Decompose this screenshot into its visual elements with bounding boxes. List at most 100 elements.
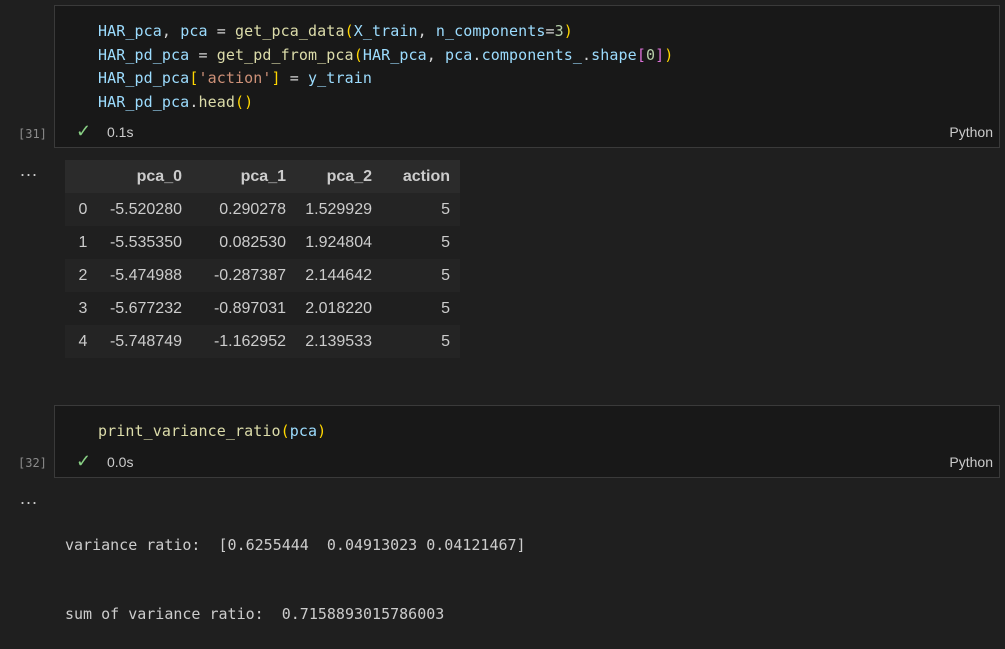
code-token: =	[280, 69, 309, 87]
cell-status-bar: ✓ 0.1s Python	[55, 119, 999, 147]
table-cell: 2.144642	[305, 266, 372, 284]
column-header: pca_1	[240, 167, 286, 185]
kernel-language[interactable]: Python	[949, 124, 993, 140]
cell-status-bar: ✓ 0.0s Python	[55, 449, 999, 477]
table-cell: 1.924804	[305, 233, 372, 251]
column-header: pca_2	[326, 167, 372, 185]
code-token: .	[582, 45, 592, 64]
code-token: X_train	[353, 22, 418, 40]
code-token: pca	[180, 22, 208, 40]
code-token: [	[636, 45, 646, 64]
code-token: shape	[591, 45, 637, 64]
execution-time: 0.0s	[107, 454, 134, 470]
code-token: ,	[417, 22, 436, 40]
code-line: HAR_pd_pca = get_pd_from_pca(HAR_pca, pc…	[98, 44, 673, 68]
code-token: pca	[289, 422, 318, 440]
check-icon: ✓	[76, 121, 92, 141]
code-cell-31[interactable]: HAR_pca, pca = get_pca_data(X_train, n_c…	[54, 5, 1000, 148]
table-cell: 2.139533	[305, 332, 372, 350]
check-icon: ✓	[76, 451, 92, 471]
code-token: get_pd_from_pca	[216, 45, 354, 64]
code-editor[interactable]: HAR_pca, pca = get_pca_data(X_train, n_c…	[98, 20, 673, 114]
code-token: (	[353, 45, 363, 64]
code-token: ,	[161, 22, 181, 40]
dataframe-table: pca_0 pca_1 pca_2 action 0 -5.520280 0.290…	[65, 160, 460, 358]
code-token: =	[207, 22, 235, 40]
table-cell: -5.535350	[109, 233, 182, 251]
table-cell: 2.018220	[305, 299, 372, 317]
table-cell: -0.287387	[213, 266, 286, 284]
code-token: 0	[645, 45, 656, 64]
row-index: 4	[78, 332, 88, 350]
table-cell: 5	[441, 200, 450, 218]
execution-count: [31]	[18, 127, 47, 141]
code-line: HAR_pd_pca.head()	[98, 91, 673, 115]
code-token: =	[189, 45, 217, 64]
table-header-row: pca_0 pca_1 pca_2 action	[65, 160, 460, 193]
output-line: variance ratio: [0.6255444 0.04913023 0.…	[65, 536, 526, 554]
code-token: ]	[271, 69, 281, 87]
code-token: (	[344, 22, 354, 40]
table-row: 2 -5.474988 -0.287387 2.144642 5	[65, 259, 460, 292]
table-cell: -0.897031	[213, 299, 286, 317]
stdout-output: variance ratio: [0.6255444 0.04913023 0.…	[65, 488, 526, 649]
code-token: (	[280, 422, 290, 440]
execution-count: [32]	[18, 456, 47, 470]
execution-time: 0.1s	[107, 124, 134, 140]
row-index: 3	[78, 299, 88, 317]
code-token: 'action'	[198, 69, 272, 87]
column-header: action	[402, 167, 450, 185]
table-cell: 0.082530	[219, 233, 286, 251]
row-index: 2	[78, 266, 88, 284]
table-cell: -5.748749	[109, 332, 182, 350]
table-row: 0 -5.520280 0.290278 1.529929 5	[65, 193, 460, 226]
table-cell: -1.162952	[213, 332, 286, 350]
code-token: )	[317, 422, 327, 440]
code-token: HAR_pca	[98, 22, 162, 40]
code-token: )	[664, 45, 674, 64]
code-line: HAR_pca, pca = get_pca_data(X_train, n_c…	[98, 20, 673, 44]
code-token: .	[472, 45, 482, 64]
code-token: components_	[481, 45, 583, 64]
code-token: HAR_pd_pca	[98, 45, 190, 64]
column-header: pca_0	[136, 167, 182, 185]
output-line: sum of variance ratio: 0.715889301578600…	[65, 605, 445, 623]
code-token: print_variance_ratio	[98, 422, 281, 440]
table-cell: 1.529929	[305, 200, 372, 218]
table-cell: 5	[441, 266, 450, 284]
table-row: 1 -5.535350 0.082530 1.924804 5	[65, 226, 460, 259]
code-token: ]	[655, 45, 665, 64]
table-row: 4 -5.748749 -1.162952 2.139533 5	[65, 325, 460, 358]
table-cell: 5	[441, 332, 450, 350]
table-cell: -5.677232	[109, 299, 182, 317]
row-index: 0	[78, 200, 88, 218]
code-token: ,	[426, 45, 446, 64]
code-line: print_variance_ratio(pca)	[98, 420, 326, 444]
code-token: )	[563, 22, 573, 40]
table-cell: 5	[441, 233, 450, 251]
table-row: 3 -5.677232 -0.897031 2.018220 5	[65, 292, 460, 325]
code-token: HAR_pd_pca	[98, 92, 190, 111]
code-token: 3	[554, 22, 564, 40]
table-cell: 0.290278	[219, 200, 286, 218]
table-cell: -5.474988	[109, 266, 182, 284]
code-token: n_components	[435, 22, 546, 40]
row-index: 1	[78, 233, 88, 251]
code-token: y_train	[308, 69, 372, 87]
table-cell: -5.520280	[109, 200, 182, 218]
column-header	[65, 160, 93, 193]
code-token: HAR_pca	[362, 45, 427, 64]
code-line: HAR_pd_pca['action'] = y_train	[98, 67, 673, 91]
code-token: get_pca_data	[235, 22, 345, 40]
ellipsis-icon[interactable]: ...	[20, 161, 38, 179]
table-cell: 5	[441, 299, 450, 317]
code-token: pca	[445, 45, 473, 64]
code-token: ()	[234, 92, 254, 111]
code-token: head	[198, 92, 235, 111]
kernel-language[interactable]: Python	[949, 454, 993, 470]
ellipsis-icon[interactable]: ...	[20, 489, 38, 507]
code-token: HAR_pd_pca	[98, 69, 190, 87]
code-cell-32[interactable]: print_variance_ratio(pca) ✓ 0.0s Python	[54, 405, 1000, 478]
code-editor[interactable]: print_variance_ratio(pca)	[98, 420, 326, 444]
code-token: =	[545, 22, 555, 40]
